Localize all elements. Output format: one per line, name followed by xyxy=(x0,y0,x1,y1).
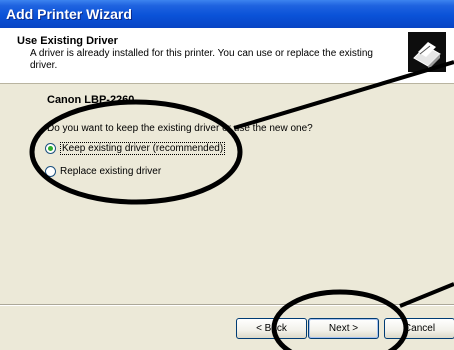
driver-question: Do you want to keep the existing driver … xyxy=(47,123,313,134)
page-title: Use Existing Driver xyxy=(17,35,118,47)
page-description: A driver is already installed for this p… xyxy=(30,48,373,71)
replace-driver-option[interactable]: Replace existing driver xyxy=(45,164,161,178)
back-button[interactable]: < Back xyxy=(236,318,307,339)
keep-driver-radio[interactable] xyxy=(45,142,56,154)
printer-icon xyxy=(408,32,446,72)
replace-driver-radio[interactable] xyxy=(45,165,56,177)
wizard-header: Use Existing Driver A driver is already … xyxy=(0,28,454,84)
footer-separator xyxy=(0,304,454,306)
keep-driver-label[interactable]: Keep existing driver (recommended) xyxy=(60,141,226,155)
printer-name: Canon LBP-2260 xyxy=(47,94,135,106)
annotation-line-bottom xyxy=(399,282,454,308)
keep-driver-option[interactable]: Keep existing driver (recommended) xyxy=(45,141,226,155)
window-title: Add Printer Wizard xyxy=(0,0,454,28)
replace-driver-label[interactable]: Replace existing driver xyxy=(60,166,161,177)
next-button[interactable]: Next > xyxy=(308,318,379,339)
cancel-button[interactable]: Cancel xyxy=(384,318,454,339)
